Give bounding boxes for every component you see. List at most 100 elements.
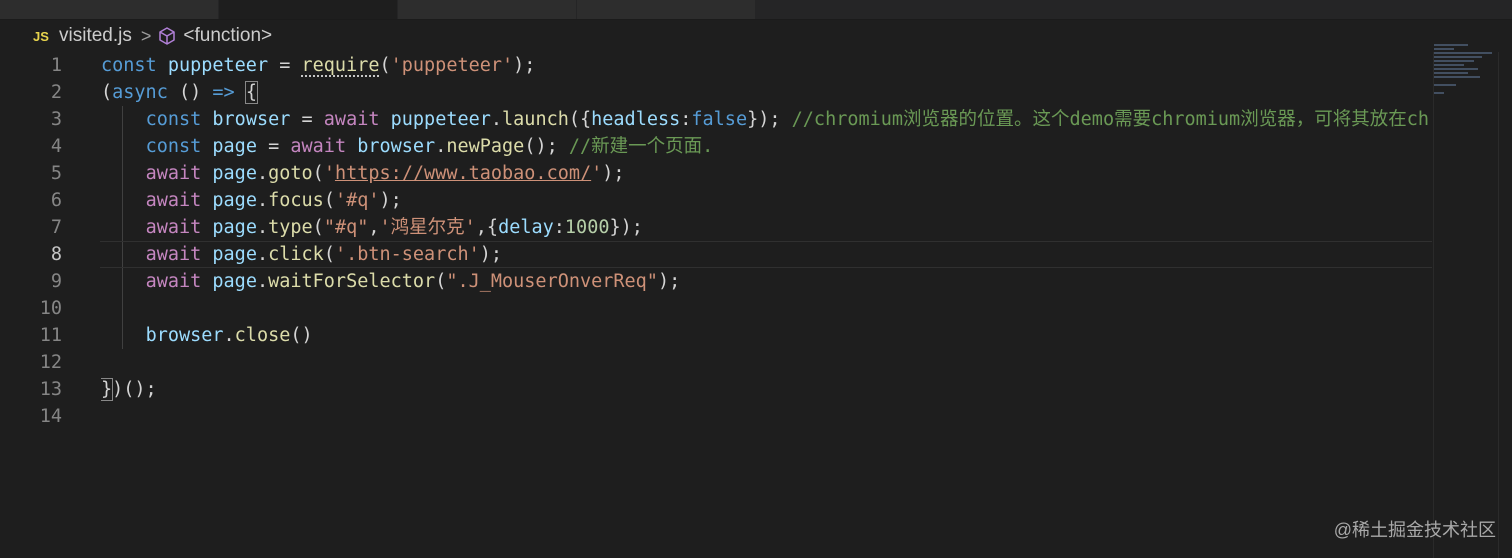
code-token: ( [379,55,391,76]
code-token: 'puppeteer' [390,55,514,76]
code-token: browser [145,325,224,346]
code-token: close [234,325,291,346]
line-number: 12 [39,352,62,373]
code-token: { [235,81,258,104]
chevron-right-icon: > [140,25,152,46]
code-line[interactable]: 10 [0,295,1432,322]
code-line[interactable]: 5 await page.goto('https://www.taobao.co… [0,160,1432,187]
code-line[interactable]: 7 await page.type("#q",'鸿星尔克',{delay:100… [0,214,1432,241]
code-token: ); [513,55,536,76]
code-text[interactable]: })(); [101,376,1432,403]
code-token: waitForSelector [268,271,436,292]
code-token: //chromium浏览器的位置。这个demo需要chromium浏览器，可将其… [791,109,1432,130]
code-token: '#q' [334,190,380,211]
code-token: await [145,244,202,265]
watermark: @稀土掘金技术社区 [1333,520,1496,540]
editor-tab[interactable] [398,0,577,19]
code-token: const [101,55,157,76]
code-token: page [212,163,257,184]
code-token: click [268,244,324,265]
code-text[interactable]: browser.close() [101,322,1432,349]
code-token: = [268,55,302,76]
code-line[interactable]: 14 [0,403,1432,430]
code-text[interactable]: await page.click('.btn-search'); [101,241,1432,268]
minimap[interactable] [1434,44,1494,114]
code-editor[interactable]: 1 const puppeteer = require('puppeteer');… [0,52,1432,558]
code-text[interactable]: await page.focus('#q'); [101,187,1432,214]
code-token: await [290,136,347,157]
code-line[interactable]: 11 browser.close() [0,322,1432,349]
code-token: ({ [568,109,592,130]
code-token: const [145,109,202,130]
code-line[interactable]: 12 [0,349,1432,376]
code-token: ( [101,82,113,103]
code-text[interactable]: await page.type("#q",'鸿星尔克',{delay:1000}… [101,214,1432,241]
line-number: 5 [50,163,62,184]
code-text[interactable]: (async () => { [101,79,1432,106]
code-token: puppeteer [167,55,269,76]
code-token: (); [524,136,569,157]
code-token: ,{ [475,217,499,238]
code-token: }); [609,217,643,238]
javascript-file-icon: JS [33,28,49,44]
editor-tab-active[interactable] [219,0,398,19]
code-line[interactable]: 9 await page.waitForSelector(".J_MouserO… [0,268,1432,295]
code-text[interactable]: await page.goto('https://www.taobao.com/… [101,160,1432,187]
code-token: ); [379,190,402,211]
code-token: . [435,136,447,157]
code-line[interactable]: 8 await page.click('.btn-search'); [0,241,1432,268]
code-token: browser [357,136,436,157]
code-line[interactable]: 4 const page = await browser.newPage(); … [0,133,1432,160]
code-line[interactable]: 1 const puppeteer = require('puppeteer'); [0,52,1432,79]
code-line[interactable]: 2 (async () => { [0,79,1432,106]
line-number: 1 [50,55,62,76]
code-token: ( [323,190,335,211]
code-token: : [553,217,565,238]
code-text[interactable]: const browser = await puppeteer.launch({… [101,106,1432,133]
editor-tab[interactable] [577,0,756,19]
code-token: await [145,217,202,238]
code-token: ' [591,163,603,184]
code-line[interactable]: 6 await page.focus('#q'); [0,187,1432,214]
code-text[interactable]: const puppeteer = require('puppeteer'); [101,52,1432,79]
code-token: const [145,136,202,157]
vertical-scrollbar[interactable] [1433,52,1434,558]
breadcrumb: JS visited.js > <function> [0,20,1512,52]
code-token: . [256,163,269,184]
code-token: https://www.taobao.com/ [334,163,592,184]
code-line[interactable]: 13})(); [0,376,1432,403]
code-token: => [212,82,235,103]
code-token: ( [323,244,335,265]
code-token: page [212,190,257,211]
code-token: ); [602,163,625,184]
breadcrumb-file[interactable]: visited.js [59,25,132,47]
code-token: page [212,136,257,157]
code-token: ' [323,163,335,184]
line-number: 2 [50,82,62,103]
code-token: await [145,190,202,211]
breadcrumb-symbol[interactable]: <function> [183,25,272,47]
code-token: focus [268,190,324,211]
code-line[interactable]: 3 const browser = await puppeteer.launch… [0,106,1432,133]
line-number: 7 [50,217,62,238]
line-number: 14 [39,406,62,427]
code-token: }); [747,109,792,130]
code-token: newPage [446,136,525,157]
code-text[interactable]: await page.waitForSelector(".J_MouserOnv… [101,268,1432,295]
code-token: page [212,271,257,292]
line-number: 10 [39,298,62,319]
code-token: //新建一个页面. [568,136,714,157]
code-token: ); [479,244,503,265]
editor-tab[interactable] [0,0,219,19]
code-text[interactable]: const page = await browser.newPage(); //… [101,133,1432,160]
